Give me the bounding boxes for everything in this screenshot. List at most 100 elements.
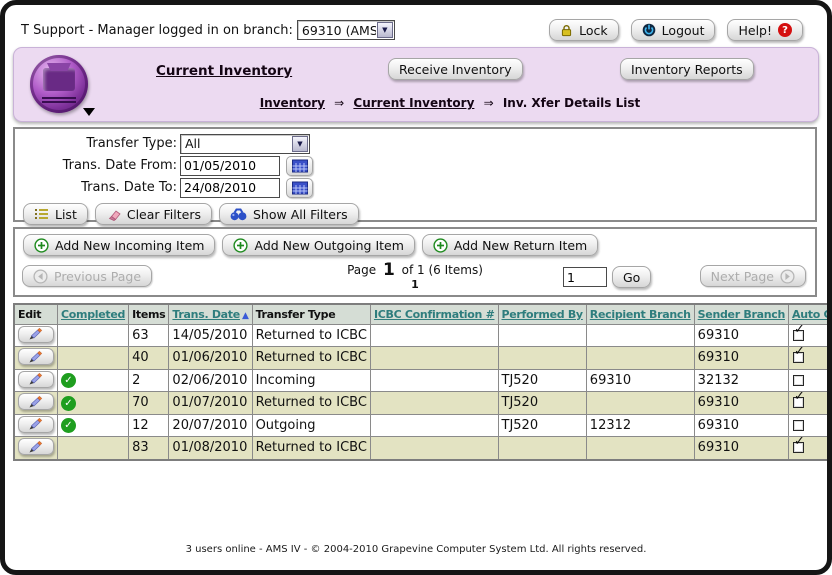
column-header-trans_date[interactable]: Trans. Date▲ [169, 304, 252, 324]
cell-sender_branch: 32132 [694, 369, 788, 392]
cell-performed_by [498, 437, 586, 460]
breadcrumb-current-page: Inv. Xfer Details List [503, 96, 640, 110]
cell-performed_by: TJ520 [498, 369, 586, 392]
go-button[interactable]: Go [612, 266, 651, 288]
pencil-icon [28, 417, 44, 431]
cell-recipient_branch [586, 347, 694, 370]
auto-created-checkbox: ✓ [793, 330, 804, 341]
receive-inventory-label: Receive Inventory [399, 62, 512, 77]
chevron-down-icon: ▼ [292, 136, 308, 152]
breadcrumb: Inventory ⇒ Current Inventory ⇒ Inv. Xfe… [14, 96, 818, 110]
add-return-item-button[interactable]: Add New Return Item [422, 234, 598, 256]
date-from-input[interactable] [180, 156, 280, 176]
date-from-calendar-button[interactable] [286, 156, 313, 176]
session-actions: Lock Logout Help! ? [549, 19, 803, 41]
inventory-orb-glyph [43, 68, 75, 91]
eraser-icon [106, 208, 121, 221]
table-row: ✓202/06/2010IncomingTJ5206931032132 [14, 369, 832, 392]
column-header-icbc_confirmation[interactable]: ICBC Confirmation # [370, 304, 498, 324]
cell-completed [58, 347, 129, 370]
table-row: ✓1220/07/2010OutgoingTJ5201231269310 [14, 414, 832, 437]
cell-auto_created: ✓ [789, 324, 832, 347]
transfer-type-select[interactable]: All ▼ [180, 134, 310, 154]
filter-panel: Transfer Type: All ▼ Trans. Date From: T [13, 127, 817, 222]
cell-edit [14, 437, 58, 460]
help-button-label: Help! [738, 23, 772, 38]
top-bar: T Support - Manager logged in on branch:… [13, 18, 819, 42]
add-outgoing-item-button[interactable]: Add New Outgoing Item [222, 234, 414, 256]
logout-button[interactable]: Logout [631, 19, 716, 41]
edit-button[interactable] [18, 371, 54, 388]
next-page-button[interactable]: Next Page [700, 265, 806, 287]
plus-circle-icon [433, 238, 448, 253]
lock-button[interactable]: Lock [549, 19, 619, 41]
cell-sender_branch: 69310 [694, 414, 788, 437]
inventory-reports-button[interactable]: Inventory Reports [620, 58, 754, 80]
checkmark-icon: ✓ [794, 437, 805, 450]
goto-page-input[interactable] [563, 267, 607, 287]
transfer-type-value: All [181, 136, 291, 151]
goto-page-group: Go [563, 266, 651, 288]
table-row: 4001/06/2010Returned to ICBC69310✓ [14, 347, 832, 370]
cell-auto_created: ✓ [789, 437, 832, 460]
edit-button[interactable] [18, 393, 54, 410]
clear-filters-label: Clear Filters [127, 207, 201, 222]
date-to-input[interactable] [180, 178, 280, 198]
clear-filters-button[interactable]: Clear Filters [95, 203, 212, 225]
add-outgoing-label: Add New Outgoing Item [254, 238, 403, 253]
cell-transfer_type: Returned to ICBC [252, 324, 370, 347]
show-all-filters-button[interactable]: Show All Filters [219, 203, 359, 225]
cell-edit [14, 369, 58, 392]
date-to-calendar-button[interactable] [286, 178, 313, 198]
cell-recipient_branch: 12312 [586, 414, 694, 437]
cell-transfer_type: Returned to ICBC [252, 392, 370, 415]
checkmark-icon: ✓ [794, 324, 805, 337]
pencil-icon [28, 372, 44, 386]
cell-items: 70 [129, 392, 169, 415]
add-return-label: Add New Return Item [454, 238, 587, 253]
column-header-performed_by[interactable]: Performed By [498, 304, 586, 324]
breadcrumb-link-current-inventory[interactable]: Current Inventory [353, 96, 474, 110]
add-incoming-item-button[interactable]: Add New Incoming Item [23, 234, 215, 256]
logout-button-label: Logout [662, 23, 705, 38]
cell-items: 12 [129, 414, 169, 437]
column-header-recipient_branch[interactable]: Recipient Branch [586, 304, 694, 324]
edit-button[interactable] [18, 326, 54, 343]
receive-inventory-button[interactable]: Receive Inventory [388, 58, 523, 80]
table-header-row: EditCompletedItemsTrans. Date▲Transfer T… [14, 304, 832, 324]
branch-select-value: 69310 (AMS) [298, 23, 376, 38]
table-row: 8301/08/2010Returned to ICBC69310✓ [14, 437, 832, 460]
lock-button-label: Lock [579, 23, 608, 38]
page-of-text: of 1 (6 Items) [402, 263, 483, 277]
nav-current-inventory[interactable]: Current Inventory [156, 63, 292, 79]
column-header-items: Items [129, 304, 169, 324]
date-to-label: Trans. Date To: [15, 180, 180, 195]
column-header-edit: Edit [14, 304, 58, 324]
chevron-down-icon: ▼ [377, 22, 393, 38]
page-indicator: Page 1 of 1 (6 Items) 1 [15, 263, 815, 292]
cell-trans_date: 01/07/2010 [169, 392, 252, 415]
column-header-sender_branch[interactable]: Sender Branch [694, 304, 788, 324]
cell-icbc_confirmation [370, 324, 498, 347]
list-button[interactable]: List [23, 203, 88, 225]
edit-button[interactable] [18, 416, 54, 433]
breadcrumb-link-inventory[interactable]: Inventory [260, 96, 325, 110]
help-button[interactable]: Help! ? [727, 19, 803, 41]
cell-sender_branch: 69310 [694, 392, 788, 415]
page-number-link[interactable]: 1 [15, 278, 815, 292]
table-row: ✓7001/07/2010Returned to ICBCTJ52069310✓ [14, 392, 832, 415]
cell-completed [58, 324, 129, 347]
cell-icbc_confirmation [370, 414, 498, 437]
calendar-icon [292, 181, 308, 195]
plus-circle-icon [34, 238, 49, 253]
question-mark-icon: ? [778, 23, 792, 37]
cell-edit [14, 347, 58, 370]
column-header-auto_created[interactable]: Auto Created [789, 304, 832, 324]
binoculars-icon [230, 208, 247, 221]
edit-button[interactable] [18, 348, 54, 365]
edit-button[interactable] [18, 438, 54, 455]
branch-select[interactable]: 69310 (AMS) ▼ [297, 20, 395, 40]
cell-recipient_branch [586, 392, 694, 415]
cell-recipient_branch [586, 437, 694, 460]
column-header-completed[interactable]: Completed [58, 304, 129, 324]
